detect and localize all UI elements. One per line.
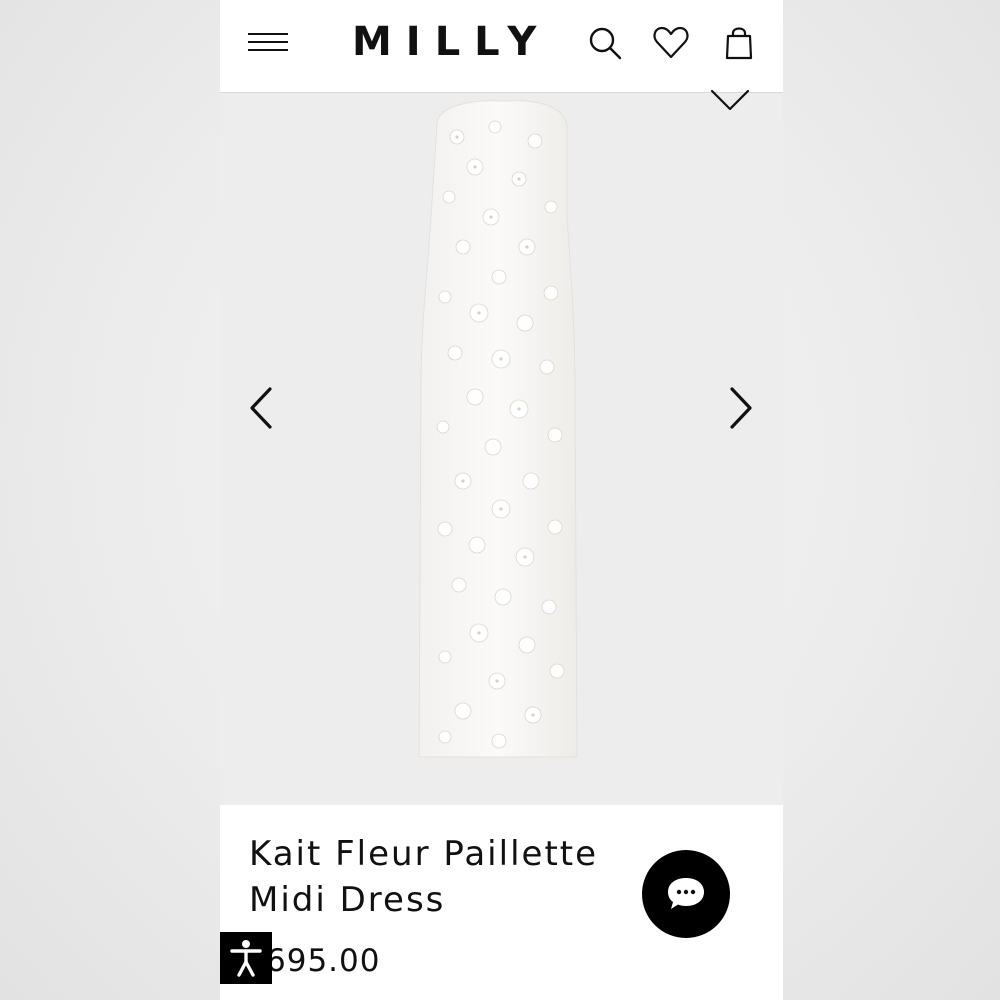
chat-button[interactable] — [642, 850, 730, 938]
heart-icon — [653, 26, 689, 59]
wishlist-button[interactable] — [652, 24, 690, 62]
product-image-gallery — [220, 89, 783, 805]
add-to-favorites-button[interactable] — [708, 87, 752, 121]
product-price: 695.00 — [266, 943, 381, 979]
product-title: Kait Fleur Paillette Midi Dress — [249, 834, 599, 920]
product-info: Kait Fleur Paillette Midi Dress 695.00 — [220, 805, 783, 1000]
heart-outline-icon — [710, 89, 750, 111]
search-button[interactable] — [586, 24, 624, 62]
chevron-left-icon — [250, 387, 272, 429]
chevron-right-icon — [730, 387, 752, 429]
product-page: MILLY Kait Fleur Paillette Midi Dress 69… — [220, 0, 783, 1000]
previous-image-button[interactable] — [242, 383, 282, 433]
brand-logo[interactable]: MILLY — [352, 18, 550, 66]
chat-bubble-icon — [668, 878, 704, 909]
shopping-bag-icon — [725, 27, 753, 60]
hamburger-menu-icon — [248, 33, 288, 51]
accessibility-button[interactable] — [220, 932, 272, 984]
site-header: MILLY — [220, 0, 783, 93]
accessibility-icon — [230, 940, 262, 977]
menu-button[interactable] — [248, 28, 288, 56]
next-image-button[interactable] — [720, 383, 760, 433]
search-icon — [589, 27, 622, 60]
product-image[interactable] — [415, 97, 585, 761]
shopping-bag-button[interactable] — [720, 24, 758, 62]
